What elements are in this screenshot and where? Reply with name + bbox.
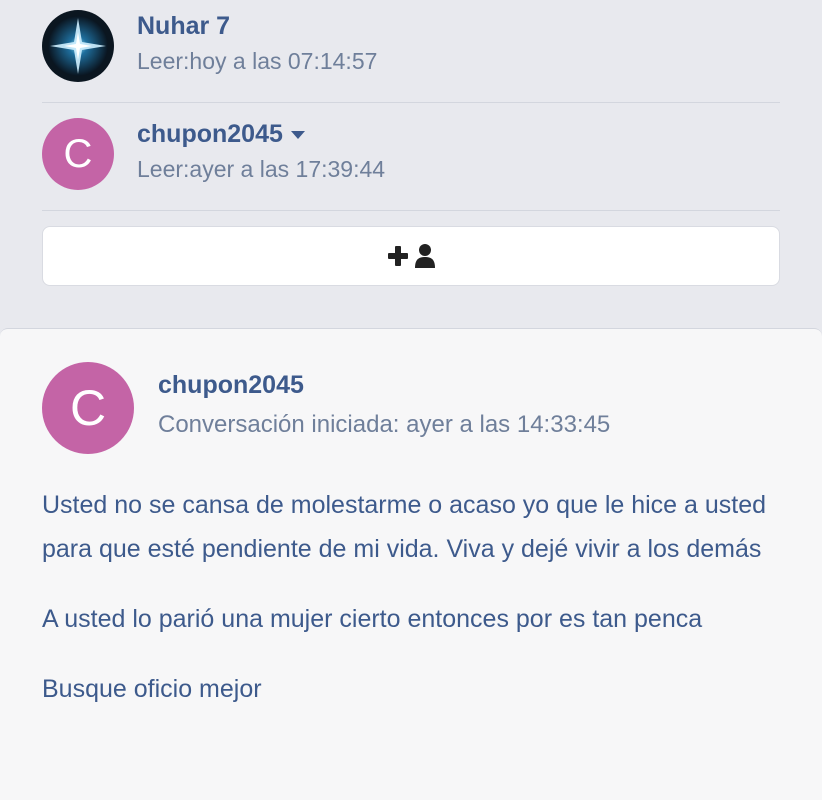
plus-icon: [388, 246, 408, 266]
divider: [42, 210, 780, 211]
caret-down-icon[interactable]: [290, 130, 305, 139]
participant-read-time: Leer:ayer a las 17:39:44: [137, 156, 386, 182]
author-avatar[interactable]: C: [42, 362, 134, 454]
participant-name-label[interactable]: chupon2045: [137, 120, 283, 149]
participant-row: Nuhar 7 Leer:hoy a las 07:14:57: [42, 0, 780, 90]
star-avatar-icon: [42, 10, 114, 82]
message-body: Usted no se cansa de molestarme o acaso …: [42, 483, 802, 737]
message-paragraph: A usted lo parió una mujer cierto entonc…: [42, 605, 703, 633]
user-icon: [415, 244, 435, 268]
avatar[interactable]: [42, 10, 114, 82]
conversation-started: Conversación iniciada: ayer a las 14:33:…: [158, 411, 611, 438]
participant-name[interactable]: chupon2045: [137, 120, 305, 149]
message-paragraph: Usted no se cansa de molestarme o acaso …: [42, 491, 767, 563]
participant-row: C chupon2045 Leer:ayer a las 17:39:44: [42, 108, 780, 198]
participants-panel: Nuhar 7 Leer:hoy a las 07:14:57 C chupon…: [0, 0, 822, 328]
avatar[interactable]: C: [42, 118, 114, 190]
message-author[interactable]: chupon2045: [158, 371, 304, 400]
participant-name[interactable]: Nuhar 7: [137, 12, 230, 41]
message-paragraph: Busque oficio mejor: [42, 675, 262, 703]
message-card: C chupon2045 Conversación iniciada: ayer…: [0, 328, 822, 800]
divider: [42, 102, 780, 103]
participant-read-time: Leer:hoy a las 07:14:57: [137, 48, 378, 74]
add-participant-button[interactable]: [42, 226, 780, 286]
